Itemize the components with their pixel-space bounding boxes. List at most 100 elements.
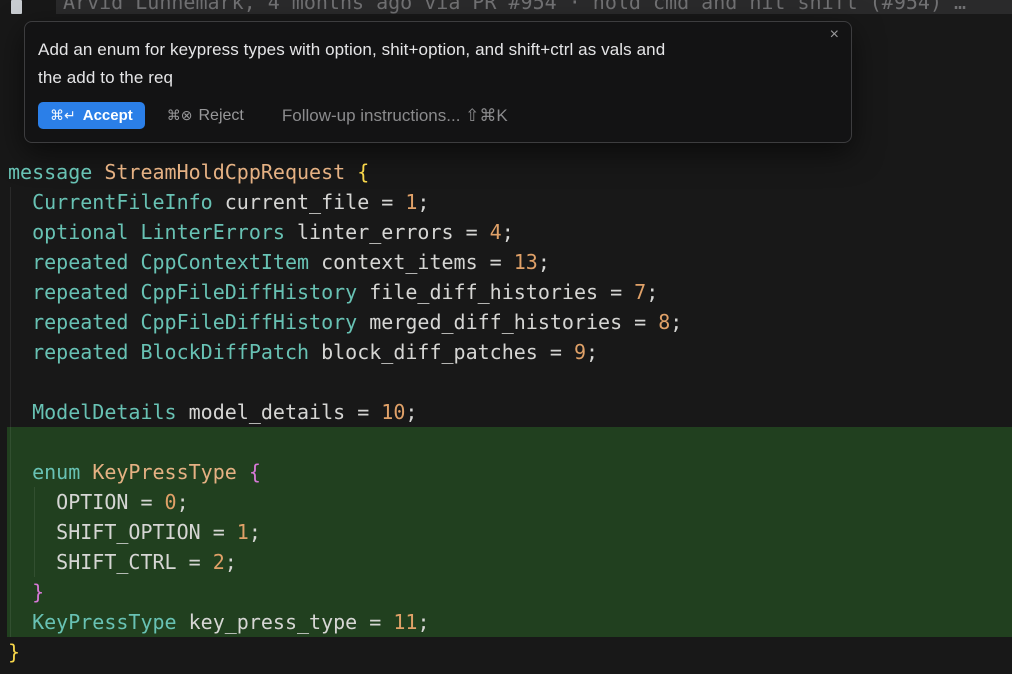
token-pl: [8, 610, 32, 634]
token-pl: ;: [417, 610, 429, 634]
token-def: KeyPressType: [92, 460, 237, 484]
token-type: CppFileDiffHistory: [140, 280, 357, 304]
code-area[interactable]: message StreamHoldCppRequest { CurrentFi…: [0, 157, 1012, 667]
token-pl: ;: [417, 190, 429, 214]
token-pl: SHIFT_CTRL =: [8, 550, 213, 574]
token-pl: ;: [646, 280, 658, 304]
followup-instructions-button[interactable]: Follow-up instructions... ⇧⌘K: [282, 106, 508, 126]
token-pl: [80, 460, 92, 484]
token-kw: enum: [32, 460, 80, 484]
token-pl: [8, 280, 32, 304]
code-lines: message StreamHoldCppRequest { CurrentFi…: [0, 157, 1012, 667]
token-num: 13: [514, 250, 538, 274]
token-num: 2: [213, 550, 225, 574]
token-kw: repeated: [32, 280, 128, 304]
token-pl: OPTION =: [8, 490, 165, 514]
token-pl: [128, 250, 140, 274]
token-num: 11: [393, 610, 417, 634]
token-num: 8: [658, 310, 670, 334]
code-line: CurrentFileInfo current_file = 1;: [0, 187, 1012, 217]
token-pl: SHIFT_OPTION =: [8, 520, 237, 544]
code-line: }: [0, 637, 1012, 667]
token-pl: [345, 160, 357, 184]
inline-edit-popup: × Add an enum for keypress types with op…: [24, 21, 852, 143]
token-type: KeyPressType: [32, 610, 177, 634]
token-type: CppFileDiffHistory: [140, 310, 357, 334]
token-kw: repeated: [32, 250, 128, 274]
close-icon[interactable]: ×: [830, 25, 839, 45]
token-pl: ;: [405, 400, 417, 424]
token-pl: ;: [538, 250, 550, 274]
token-pl: [128, 340, 140, 364]
token-pl: [128, 280, 140, 304]
token-pl: ;: [586, 340, 598, 364]
text-cursor-block: [11, 0, 22, 14]
code-line-added: [0, 427, 1012, 457]
accept-button[interactable]: ⌘↵ Accept: [38, 102, 145, 129]
token-pl: [8, 310, 32, 334]
token-pl: merged_diff_histories =: [357, 310, 658, 334]
reject-label: Reject: [199, 107, 244, 125]
token-type: BlockDiffPatch: [140, 340, 309, 364]
token-num: 7: [634, 280, 646, 304]
indent-guide-level1: [10, 187, 11, 637]
cmd-enter-shortcut-icon: ⌘↵: [50, 107, 76, 124]
token-kw: repeated: [32, 310, 128, 334]
token-pl: [8, 340, 32, 364]
token-pl: ;: [670, 310, 682, 334]
token-pl: context_items =: [309, 250, 514, 274]
code-line: repeated CppContextItem context_items = …: [0, 247, 1012, 277]
token-kw: message: [8, 160, 92, 184]
token-pl: file_diff_histories =: [357, 280, 634, 304]
token-pl: model_details =: [177, 400, 382, 424]
token-kw: repeated: [32, 340, 128, 364]
token-type: CurrentFileInfo: [32, 190, 213, 214]
code-line: repeated CppFileDiffHistory merged_diff_…: [0, 307, 1012, 337]
token-pl: linter_errors =: [285, 220, 490, 244]
code-line-added: SHIFT_OPTION = 1;: [0, 517, 1012, 547]
token-b2: {: [249, 460, 261, 484]
token-num: 0: [165, 490, 177, 514]
cmd-backspace-shortcut-icon: ⌘⊗: [167, 107, 193, 124]
token-num: 9: [574, 340, 586, 364]
token-pl: current_file =: [213, 190, 406, 214]
code-line-added: }: [0, 577, 1012, 607]
prompt-text-line2: the add to the req: [38, 64, 665, 92]
token-pl: [8, 580, 32, 604]
token-pl: [8, 460, 32, 484]
code-line-added: SHIFT_CTRL = 2;: [0, 547, 1012, 577]
token-type: CppContextItem: [140, 250, 309, 274]
token-pl: [8, 400, 32, 424]
token-pl: [8, 250, 32, 274]
token-b1: {: [357, 160, 369, 184]
accept-label: Accept: [83, 107, 133, 124]
token-pl: key_press_type =: [177, 610, 394, 634]
token-pl: [128, 220, 140, 244]
token-num: 4: [490, 220, 502, 244]
token-pl: ;: [502, 220, 514, 244]
token-pl: [8, 220, 32, 244]
token-pl: [128, 310, 140, 334]
code-line: repeated BlockDiffPatch block_diff_patch…: [0, 337, 1012, 367]
git-blame-annotation[interactable]: Arvid Lunnemark, 4 months ago via PR #95…: [63, 0, 966, 14]
code-line: repeated CppFileDiffHistory file_diff_hi…: [0, 277, 1012, 307]
token-b1: }: [8, 640, 20, 664]
code-line: ModelDetails model_details = 10;: [0, 397, 1012, 427]
indent-guide-level2: [34, 487, 35, 577]
prompt-text-line1: Add an enum for keypress types with opti…: [38, 36, 665, 64]
popup-actions: ⌘↵ Accept ⌘⊗ Reject Follow-up instructio…: [38, 102, 508, 129]
code-line-added: OPTION = 0;: [0, 487, 1012, 517]
blame-bar: Arvid Lunnemark, 4 months ago via PR #95…: [0, 0, 1012, 14]
token-pl: [92, 160, 104, 184]
token-num: 10: [381, 400, 405, 424]
token-pl: block_diff_patches =: [309, 340, 574, 364]
token-def: StreamHoldCppRequest: [104, 160, 345, 184]
token-num: 1: [237, 520, 249, 544]
code-line: message StreamHoldCppRequest {: [0, 157, 1012, 187]
code-line: optional LinterErrors linter_errors = 4;: [0, 217, 1012, 247]
token-pl: ;: [177, 490, 189, 514]
token-pl: ;: [249, 520, 261, 544]
reject-button[interactable]: ⌘⊗ Reject: [167, 107, 244, 125]
token-type: ModelDetails: [32, 400, 177, 424]
token-b2: }: [32, 580, 44, 604]
